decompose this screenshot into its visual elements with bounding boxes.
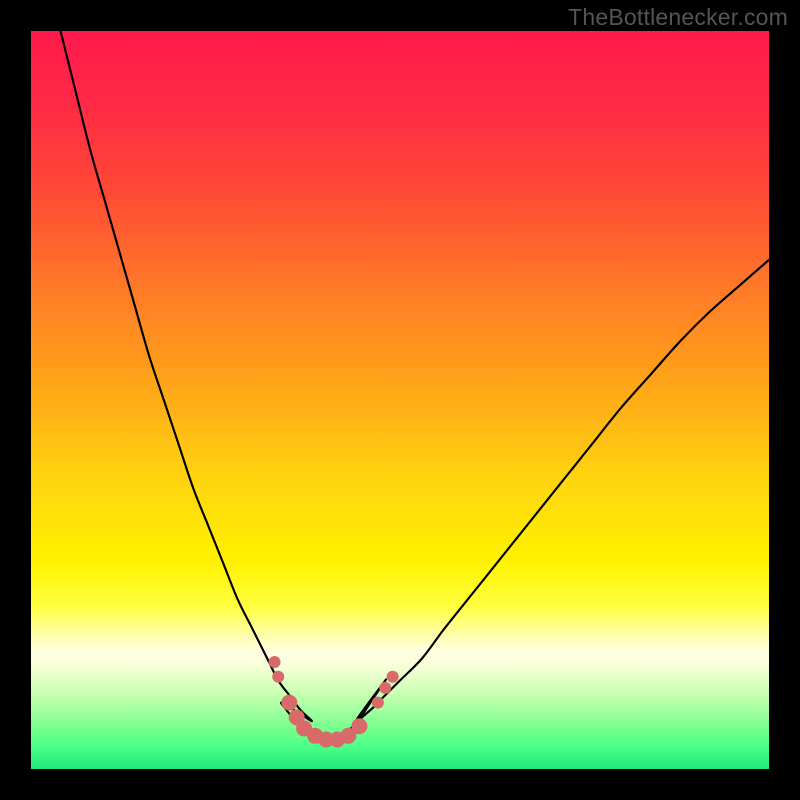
- chart-background: [31, 31, 769, 769]
- valley-marker: [372, 697, 384, 709]
- valley-marker: [281, 695, 297, 711]
- valley-marker: [272, 671, 284, 683]
- valley-marker: [269, 656, 281, 668]
- bottleneck-chart: [31, 31, 769, 769]
- valley-marker: [351, 718, 367, 734]
- valley-marker: [379, 682, 391, 694]
- valley-marker: [387, 671, 399, 683]
- chart-frame: TheBottlenecker.com: [0, 0, 800, 800]
- watermark-label: TheBottlenecker.com: [568, 4, 788, 31]
